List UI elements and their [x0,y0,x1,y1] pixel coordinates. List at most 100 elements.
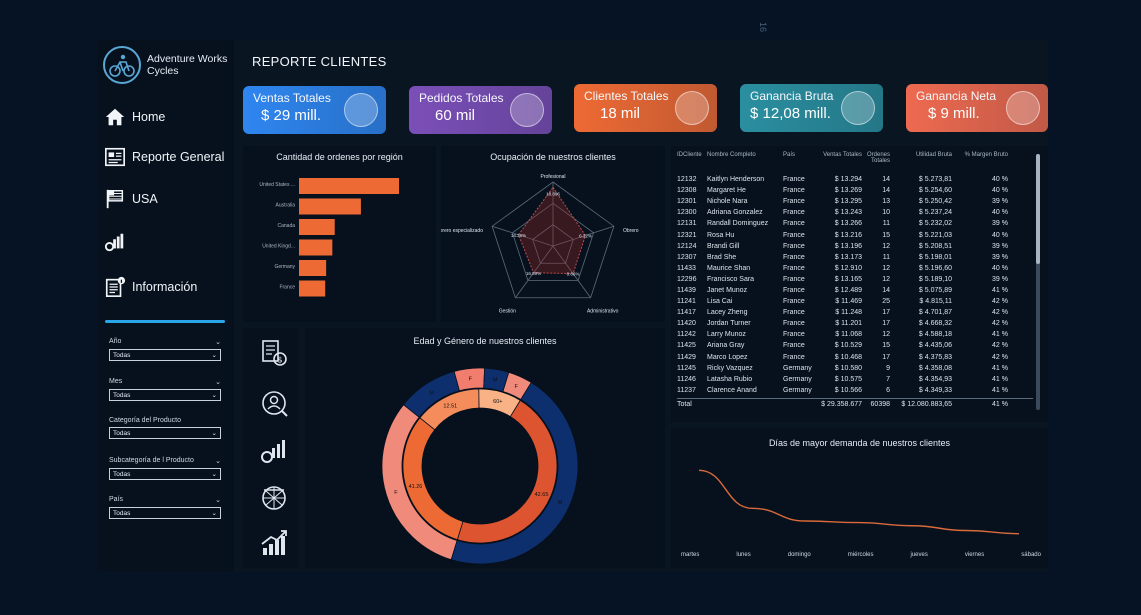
filter-subcategory-select[interactable]: Todas ⌄ [109,468,221,480]
table-cell: 11242 [677,331,696,339]
table-cell: $ 13.266 [834,220,862,228]
table-cell: $ 4.588,18 [918,331,952,339]
table-cell: 12296 [677,275,697,283]
table-row[interactable]: 11241 Lisa Cai France $ 11.469 25 $ 4.815,11 4… [677,296,1033,307]
table-row[interactable]: 12296 Francisco Sara France $ 13.165 12 $ 5.1… [677,274,1033,285]
filter-category-select[interactable]: Todas ⌄ [109,427,221,439]
table-cell: $ 11.068 [835,331,862,339]
table-row[interactable]: 11245 Ricky Vazquez Germany $ 10.580 9 $ 4.35… [677,363,1033,374]
table-row[interactable]: 11439 Janet Munoz France $ 12.489 14 $ 5.075,… [677,285,1033,296]
kpi-clientes-totales[interactable]: Clientes Totales 18 mil [574,84,717,132]
table-cell: 11 [882,220,890,228]
filter-year[interactable]: Año ⌄ Todas ⌄ [109,338,221,361]
table-cell: 40 % [992,187,1008,195]
kpi-ganancia-bruta[interactable]: Ganancia Bruta $ 12,08 mill. [740,84,883,132]
filter-country-select[interactable]: Todas ⌄ [109,507,221,519]
column-header[interactable]: Ventas Totales [820,152,862,158]
table-row[interactable]: 11417 Lacey Zheng France $ 11.248 17 $ 4.701,… [677,307,1033,318]
filter-country[interactable]: País ⌄ Todas ⌄ [109,496,221,519]
table-row[interactable]: 12124 Brandi Gill France $ 13.196 12 $ 5.208,… [677,241,1033,252]
table-cell: 9 [886,364,890,372]
bar [299,219,335,235]
age-gender-donut-chart: MFMF MF42.6541.2612.5160+ [381,367,579,565]
filter-month[interactable]: Mes ⌄ Todas ⌄ [109,378,221,401]
table-cell: $ 5.189,10 [918,275,952,283]
column-header[interactable]: País [783,152,820,158]
table-row[interactable]: 11237 Clarence Anand Germany $ 10.566 6 $ 4.3… [677,385,1033,396]
table-row[interactable]: 12131 Randall Dominguez France $ 13.266 11 $ … [677,218,1033,229]
filter-year-select[interactable]: Todas ⌄ [109,349,221,361]
table-cell: France [783,198,805,206]
table-cell: 13 [882,198,890,206]
table-cell: 39 % [992,242,1008,250]
table-cell: 41 % [992,375,1008,383]
table-row[interactable]: 12321 Rosa Hu France $ 13.216 15 $ 5.221,03 40… [677,229,1033,240]
kpi-ventas-totales[interactable]: Ventas Totales $ 29 mill. [243,86,386,134]
table-cell: $ 5.221,03 [918,231,952,239]
kpi-pedidos-totales[interactable]: Pedidos Totales 60 mil [409,86,552,134]
page-number: 16 [758,21,769,33]
column-header[interactable]: Utilidad Bruta [890,152,952,158]
nav-reporte-general[interactable]: Reporte General [104,146,224,168]
table-cell: $ 4.668,32 [918,320,952,328]
bar [299,239,333,256]
table-row[interactable]: 12132 Kaitlyn Henderson France $ 13.294 14 $ … [677,174,1033,185]
day-axis-labels: martes lunes domingo miércoles jueves viernes… [681,552,1041,558]
total-cell: Total [677,400,692,408]
demand-days-panel: Días de mayor demanda de nuestros client… [671,428,1048,568]
table-scrollbar[interactable] [1036,154,1040,410]
table-row[interactable]: 11420 Jordan Turner France $ 11.201 17 $ 4.66… [677,318,1033,329]
table-row[interactable]: 12307 Brad She France $ 13.173 11 $ 5.198,01 3… [677,252,1033,263]
table-cell: $ 13.294 [834,176,862,184]
invoice-money-icon[interactable]: $ [259,338,289,368]
gender-label: M [493,377,498,383]
info-doc-icon [105,276,126,297]
table-cell: France [783,275,805,283]
kpi-ganancia-neta[interactable]: Ganancia Neta $ 9 mill. [906,84,1048,132]
table-cell: 17 [882,309,890,317]
table-row[interactable]: 11429 Marco Lopez France $ 10.468 17 $ 4.375,… [677,352,1033,363]
chart-gear-icon[interactable] [259,436,289,466]
customer-search-icon[interactable] [259,388,289,418]
table-cell: $ 13.243 [834,209,862,217]
table-row[interactable]: 11246 Latasha Rubio Germany $ 10.575 7 $ 4.35… [677,374,1033,385]
table-cell: 12132 [677,176,697,184]
column-header[interactable]: Ordenes Totales [862,152,890,164]
scrollbar-thumb[interactable] [1036,154,1040,264]
table-cell: 40 % [992,231,1008,239]
filter-category[interactable]: Categoría del Producto Todas ⌄ [109,417,221,439]
nav-home[interactable]: Home [104,106,165,128]
growth-chart-icon[interactable] [259,528,289,558]
filter-subcategory[interactable]: Subcategoría de l Producto ⌄ Todas ⌄ [109,457,221,480]
customers-table-panel[interactable]: IDCliente Nombre Completo País Ventas Total… [671,146,1048,422]
column-header[interactable]: IDCliente [677,152,707,158]
globe-net-icon[interactable] [259,483,289,513]
radar-category-label: Obrero especializado [441,228,483,234]
table-row[interactable]: 12300 Adriana Gonzalez France $ 13.243 10 $ 5… [677,207,1033,218]
nav-usa[interactable]: USA [104,188,158,210]
total-cell: $ 29.358.677 [821,400,862,408]
table-cell: Clarence Anand [707,386,757,394]
table-row[interactable]: 11242 Larry Munoz France $ 11.068 12 $ 4.588,… [677,329,1033,340]
table-cell: Rosa Hu [707,231,735,239]
nav-informacion[interactable]: Información [104,276,197,298]
table-row[interactable]: 12301 Nichole Nara France $ 13.295 13 $ 5.250… [677,196,1033,207]
column-header[interactable]: Nombre Completo [707,152,783,158]
table-cell: France [783,309,805,317]
table-row[interactable]: 12308 Margaret He France $ 13.269 14 $ 5.254,… [677,185,1033,196]
age-label: 60+ [493,399,502,405]
table-row[interactable]: 11433 Maurice Shan France $ 12.910 12 $ 5.196… [677,263,1033,274]
table-row[interactable]: 11425 Ariana Gray France $ 10.529 15 $ 4.435,… [677,340,1033,351]
nav-reporte-general-label: Reporte General [132,150,225,164]
table-cell: Lacey Zheng [707,309,748,317]
table-cell: $ 12.489 [834,286,862,294]
day-label: martes [681,552,700,558]
customers-table[interactable]: IDCliente Nombre Completo País Ventas Total… [677,152,1033,408]
age-label: 12.51 [443,403,457,409]
nav-analytics[interactable] [104,231,132,253]
total-cell: 41 % [992,400,1008,408]
table-cell: $ 4.375,83 [918,353,952,361]
column-header[interactable]: % Margen Bruto [952,152,1008,158]
sales-icon [344,93,378,127]
filter-month-select[interactable]: Todas ⌄ [109,389,221,401]
